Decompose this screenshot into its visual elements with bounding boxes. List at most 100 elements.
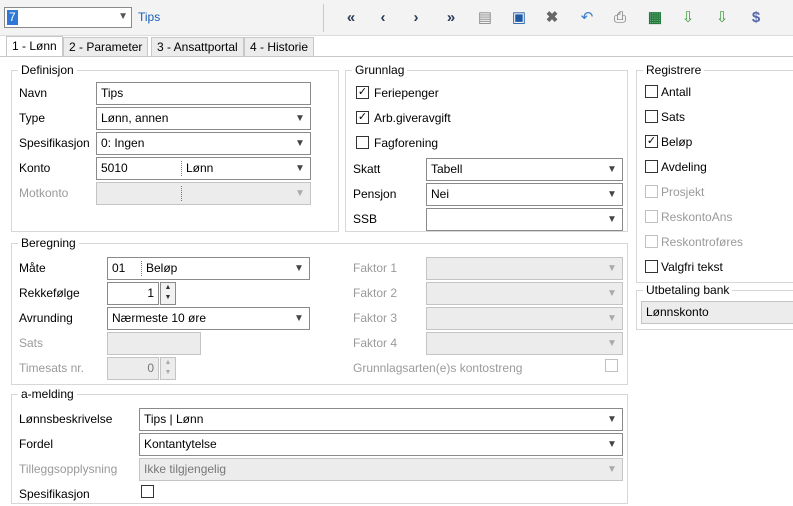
chevron-down-icon[interactable]: ▼ [291, 310, 307, 327]
ssb-label: SSB [353, 212, 378, 226]
excel-icon[interactable]: ▦ [644, 7, 666, 29]
chevron-down-icon[interactable]: ▼ [292, 160, 308, 177]
spin-up-icon: ▲ [164, 359, 172, 366]
tab-lonn[interactable]: 1 - Lønn [6, 36, 63, 57]
timesats-field: 0 [107, 357, 159, 380]
tab-ansattportal[interactable]: 3 - Ansattportal [151, 37, 244, 57]
konto-code: 5010 [101, 161, 128, 175]
tilleggsopplysning-value: Ikke tilgjengelig [144, 462, 227, 476]
motkonto-label: Motkonto [19, 186, 69, 200]
delete-icon[interactable]: ✖ [541, 7, 563, 29]
chevron-down-icon: ▼ [607, 288, 617, 299]
grunnlag-group: Grunnlag ✓ Feriepenger ✓ Arb.giveravgift… [345, 63, 628, 232]
download-icon[interactable]: ⇩ [711, 7, 733, 29]
spesifikasjon-amelding-checkbox[interactable] [141, 485, 154, 498]
pensjon-select[interactable]: Nei ▼ [426, 183, 623, 206]
timesats-label: Timesats nr. [19, 361, 84, 375]
rekkefolge-field[interactable]: 1 [107, 282, 159, 305]
definisjon-group: Definisjon Navn Tips Type Lønn, annen ▼ … [11, 63, 339, 232]
rekkefolge-spinner[interactable]: ▲ ▼ [160, 282, 176, 305]
navn-field[interactable]: Tips [96, 82, 311, 105]
sats-label: Sats [19, 336, 44, 350]
konto-select[interactable]: 5010 Lønn ▼ [96, 157, 311, 180]
maate-select[interactable]: 01 Beløp ▼ [107, 257, 310, 280]
chevron-down-icon[interactable]: ▼ [604, 186, 620, 203]
avdeling-checkbox[interactable] [645, 160, 658, 173]
chevron-down-icon: ▼ [607, 338, 617, 349]
tab-parameter[interactable]: 2 - Parameter [63, 37, 149, 57]
import-icon[interactable]: ⇩ [677, 7, 699, 29]
konto-label: Konto [19, 161, 51, 175]
avdeling-label: Avdeling [661, 160, 707, 174]
utbetaling-title: Utbetaling bank [643, 283, 733, 297]
maate-name: Beløp [146, 261, 178, 275]
chevron-down-icon[interactable]: ▼ [291, 260, 307, 277]
record-select[interactable]: 7 ▼ [4, 7, 132, 28]
faktor4-label: Faktor 4 [353, 336, 398, 350]
chevron-down-icon: ▼ [295, 188, 305, 199]
spin-down-icon[interactable]: ▼ [161, 293, 175, 303]
reskontoans-label: ReskontoAns [661, 210, 733, 224]
chevron-down-icon[interactable]: ▼ [118, 11, 128, 22]
print-icon[interactable]: ⎙ [609, 7, 631, 29]
next-icon[interactable]: › [405, 7, 427, 29]
skatt-select[interactable]: Tabell ▼ [426, 158, 623, 181]
faktor1-label: Faktor 1 [353, 261, 398, 275]
grunnlagsart-checkbox [605, 359, 618, 372]
utbetaling-field[interactable]: Lønnskonto [641, 301, 793, 324]
fordel-select[interactable]: Kontantytelse ▼ [139, 433, 623, 456]
chevron-down-icon: ▼ [607, 313, 617, 324]
prosjekt-label: Prosjekt [661, 185, 705, 199]
pensjon-label: Pensjon [353, 187, 397, 201]
help-icon[interactable]: $ [745, 7, 767, 29]
tab-historie[interactable]: 4 - Historie [244, 37, 315, 57]
avrunding-select[interactable]: Nærmeste 10 øre ▼ [107, 307, 310, 330]
lonnsbeskrivelse-label: Lønnsbeskrivelse [19, 412, 113, 426]
faktor3-label: Faktor 3 [353, 311, 398, 325]
fagforening-label: Fagforening [374, 136, 439, 150]
spesifikasjon-select[interactable]: 0: Ingen ▼ [96, 132, 311, 155]
rekkefolge-label: Rekkefølge [19, 286, 80, 300]
chevron-down-icon[interactable]: ▼ [292, 135, 308, 152]
feriepenger-checkbox[interactable]: ✓ [356, 86, 369, 99]
registrere-title: Registrere [643, 63, 705, 77]
sats-checkbox[interactable] [645, 110, 658, 123]
undo-icon[interactable]: ↶ [576, 7, 598, 29]
reskontrofores-label: Reskontroføres [661, 235, 744, 249]
spin-up-icon[interactable]: ▲ [161, 283, 175, 293]
type-value: Lønn, annen [101, 111, 169, 125]
reskontoans-checkbox [645, 210, 658, 223]
column-divider [181, 161, 182, 176]
reskontrofores-checkbox [645, 235, 658, 248]
prev-icon[interactable]: ‹ [372, 7, 394, 29]
ssb-select[interactable]: ▼ [426, 208, 623, 231]
faktor1-select: ▼ [426, 257, 623, 280]
registrere-group: Registrere Antall Sats ✓ Beløp Avdeling … [636, 63, 793, 283]
chevron-down-icon[interactable]: ▼ [604, 436, 620, 453]
definisjon-title: Definisjon [18, 63, 77, 77]
save-icon[interactable]: ▣ [508, 7, 530, 29]
valgfri-tekst-checkbox[interactable] [645, 260, 658, 273]
chevron-down-icon[interactable]: ▼ [604, 161, 620, 178]
belop-label: Beløp [661, 135, 693, 149]
antall-checkbox[interactable] [645, 85, 658, 98]
spesifikasjon-value: 0: Ingen [101, 136, 145, 150]
belop-checkbox[interactable]: ✓ [645, 135, 658, 148]
motkonto-select: ▼ [96, 182, 311, 205]
fagforening-checkbox[interactable] [356, 136, 369, 149]
last-icon[interactable]: » [440, 7, 462, 29]
chevron-down-icon[interactable]: ▼ [604, 411, 620, 428]
beregning-title: Beregning [18, 236, 79, 250]
chevron-down-icon[interactable]: ▼ [292, 110, 308, 127]
type-select[interactable]: Lønn, annen ▼ [96, 107, 311, 130]
arbeidsgiveravgift-checkbox[interactable]: ✓ [356, 111, 369, 124]
pensjon-value: Nei [431, 187, 450, 201]
konto-name: Lønn [186, 161, 214, 175]
chevron-down-icon[interactable]: ▼ [604, 211, 620, 228]
skatt-label: Skatt [353, 162, 381, 176]
valgfri-tekst-label: Valgfri tekst [661, 260, 723, 274]
lonnsbeskrivelse-select[interactable]: Tips | Lønn ▼ [139, 408, 623, 431]
new-document-icon[interactable]: ▤ [474, 7, 496, 29]
first-icon[interactable]: « [340, 7, 362, 29]
grunnlagsart-label: Grunnlagsarten(e)s kontostreng [353, 361, 523, 375]
